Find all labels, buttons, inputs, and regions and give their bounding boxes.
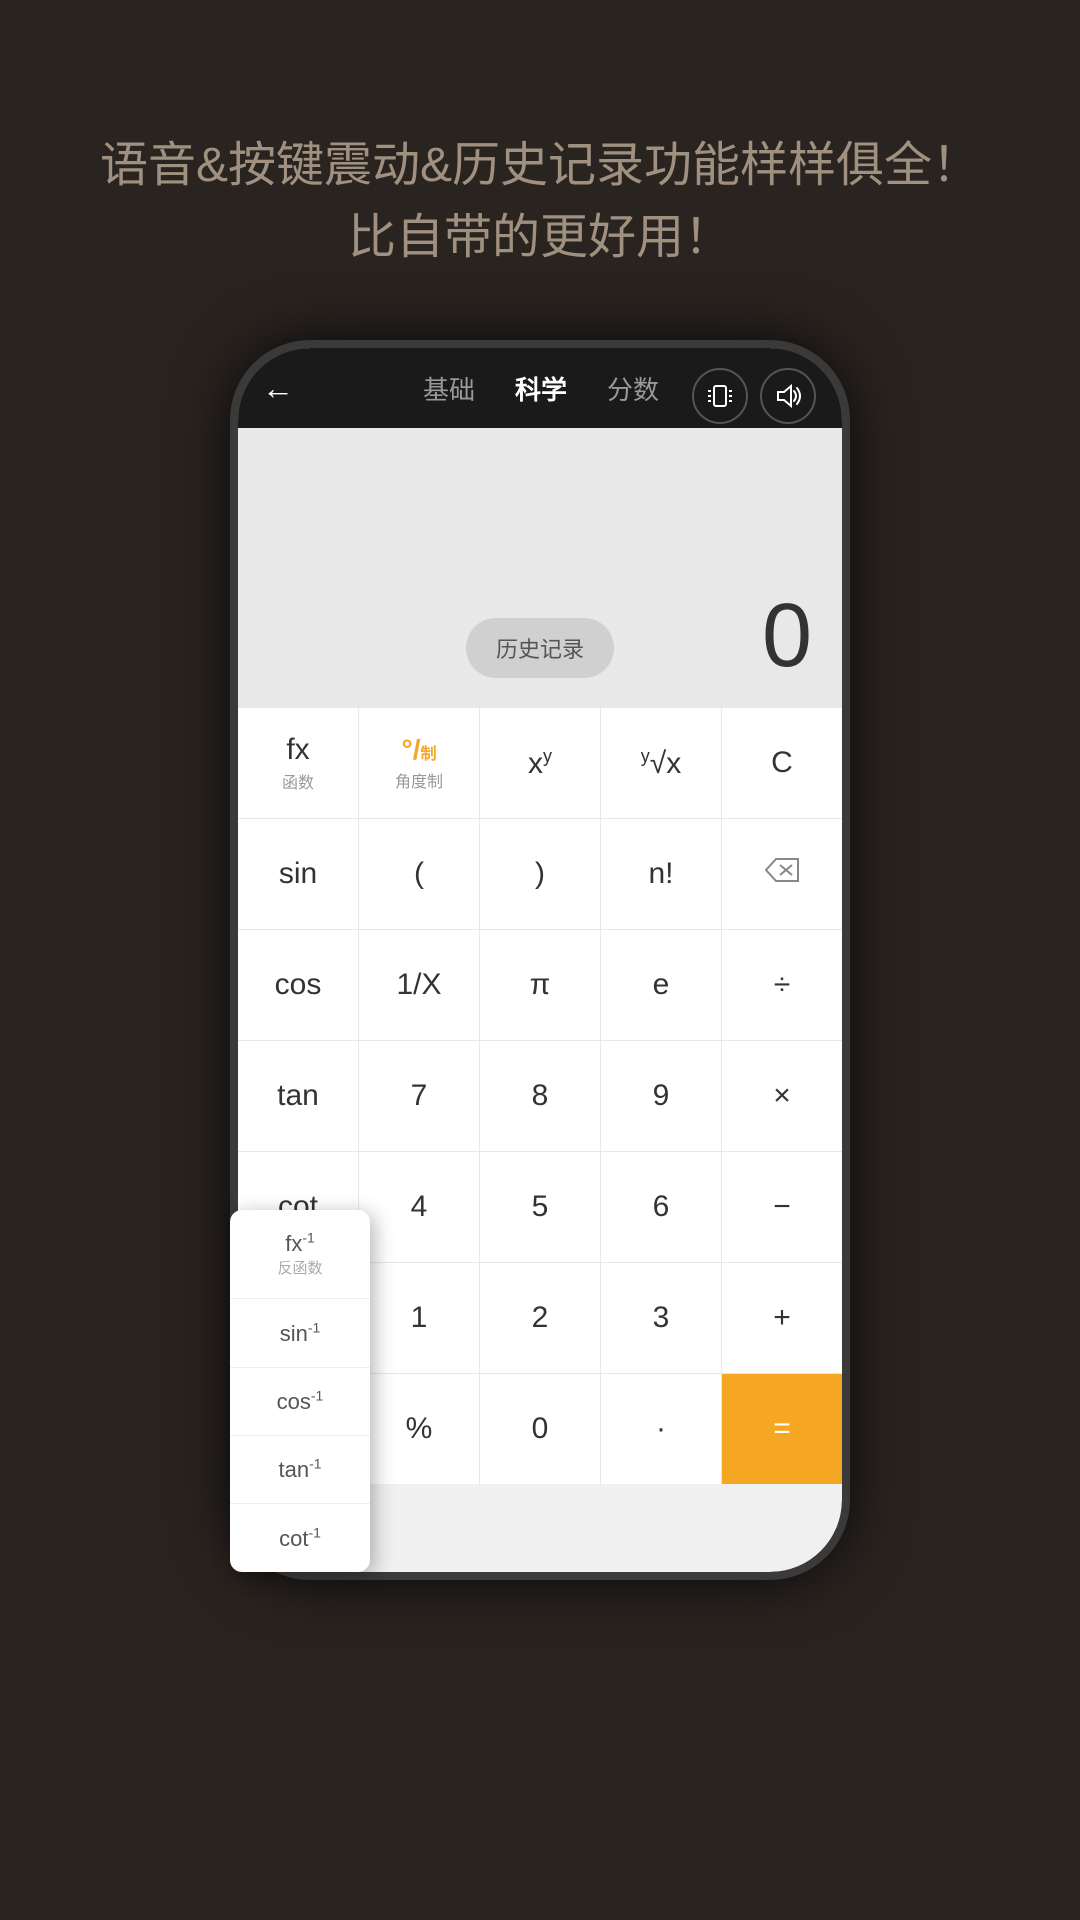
- btn-1[interactable]: 1: [359, 1263, 480, 1373]
- btn-backspace-icon: [764, 857, 800, 891]
- btn-5[interactable]: 5: [480, 1152, 601, 1262]
- btn-fx-sub: 函数: [282, 769, 314, 793]
- popup-item-fx-inv-label: fx-1: [285, 1231, 315, 1256]
- popup-item-cot-inverse[interactable]: cot-1: [230, 1504, 370, 1571]
- popup-item-cos-inverse[interactable]: cos-1: [230, 1368, 370, 1436]
- btn-sin-label: sin: [279, 857, 317, 891]
- calc-row-2: sin ( ) n!: [238, 819, 842, 930]
- btn-clear[interactable]: C: [722, 708, 842, 818]
- back-button[interactable]: ←: [262, 370, 294, 407]
- phone-mockup: ← 基础 科学 分数: [230, 340, 850, 1820]
- btn-percent[interactable]: %: [359, 1374, 480, 1484]
- inverse-functions-popup: fx-1 反函数 sin-1 cos-1 tan-1 cot-1: [230, 1210, 370, 1572]
- btn-factorial[interactable]: n!: [601, 819, 722, 929]
- btn-6-label: 6: [653, 1190, 670, 1224]
- popup-item-fx-inv-sub: 反函数: [246, 1257, 354, 1278]
- btn-4-label: 4: [411, 1190, 428, 1224]
- calc-row-4: tan 7 8 9 ×: [238, 1041, 842, 1152]
- popup-item-sin-inverse[interactable]: sin-1: [230, 1299, 370, 1367]
- btn-reciprocal-label: 1/X: [396, 968, 441, 1002]
- btn-clear-label: C: [771, 746, 793, 780]
- btn-divide-label: ÷: [774, 968, 790, 1002]
- btn-2-label: 2: [532, 1301, 549, 1335]
- btn-power-label: xy: [528, 746, 552, 781]
- promo-line1: 语音&按键震动&历史记录功能样样俱全！: [60, 130, 1020, 202]
- btn-pi-label: π: [530, 968, 551, 1002]
- display-area: 历史记录 0: [238, 428, 842, 708]
- vibrate-icon: [692, 368, 748, 424]
- btn-multiply[interactable]: ×: [722, 1041, 842, 1151]
- btn-backspace[interactable]: [722, 819, 842, 929]
- top-bar: ← 基础 科学 分数: [238, 348, 842, 428]
- btn-tan-label: tan: [277, 1079, 319, 1113]
- popup-item-cos-inv-label: cos-1: [277, 1389, 324, 1414]
- btn-plus-label: +: [773, 1301, 791, 1335]
- btn-rparen-label: ): [535, 857, 545, 891]
- btn-fx-label: fx: [286, 733, 309, 767]
- calc-row-1: fx 函数 °/制 角度制 xy y√x C: [238, 708, 842, 819]
- btn-dot[interactable]: ·: [601, 1374, 722, 1484]
- calc-row-3: cos 1/X π e ÷: [238, 930, 842, 1041]
- btn-divide[interactable]: ÷: [722, 930, 842, 1040]
- btn-7-label: 7: [411, 1079, 428, 1113]
- btn-root-label: y√x: [641, 746, 681, 781]
- btn-5-label: 5: [532, 1190, 549, 1224]
- btn-9[interactable]: 9: [601, 1041, 722, 1151]
- popup-item-fx-inverse[interactable]: fx-1 反函数: [230, 1210, 370, 1299]
- popup-item-tan-inv-label: tan-1: [278, 1457, 321, 1482]
- btn-dot-label: ·: [656, 1412, 666, 1446]
- btn-e[interactable]: e: [601, 930, 722, 1040]
- btn-power[interactable]: xy: [480, 708, 601, 818]
- btn-3-label: 3: [653, 1301, 670, 1335]
- btn-rparen[interactable]: ): [480, 819, 601, 929]
- btn-deg[interactable]: °/制 角度制: [359, 708, 480, 818]
- btn-fx[interactable]: fx 函数: [238, 708, 359, 818]
- btn-4[interactable]: 4: [359, 1152, 480, 1262]
- btn-e-label: e: [653, 968, 670, 1002]
- btn-0[interactable]: 0: [480, 1374, 601, 1484]
- btn-percent-label: %: [406, 1412, 433, 1446]
- btn-0-label: 0: [532, 1412, 549, 1446]
- btn-factorial-label: n!: [648, 857, 673, 891]
- btn-2[interactable]: 2: [480, 1263, 601, 1373]
- btn-8-label: 8: [532, 1079, 549, 1113]
- btn-8[interactable]: 8: [480, 1041, 601, 1151]
- btn-lparen[interactable]: (: [359, 819, 480, 929]
- btn-minus[interactable]: −: [722, 1152, 842, 1262]
- btn-cos[interactable]: cos: [238, 930, 359, 1040]
- btn-1-label: 1: [411, 1301, 428, 1335]
- btn-sin[interactable]: sin: [238, 819, 359, 929]
- btn-6[interactable]: 6: [601, 1152, 722, 1262]
- btn-9-label: 9: [653, 1079, 670, 1113]
- popup-item-sin-inv-label: sin-1: [280, 1321, 321, 1346]
- btn-equals-label: =: [773, 1412, 791, 1446]
- audio-icon: [760, 368, 816, 424]
- btn-plus[interactable]: +: [722, 1263, 842, 1373]
- btn-deg-label: °/制: [402, 734, 437, 766]
- promo-text: 语音&按键震动&历史记录功能样样俱全！ 比自带的更好用！: [0, 130, 1080, 274]
- history-button[interactable]: 历史记录: [466, 618, 614, 678]
- btn-multiply-label: ×: [773, 1079, 791, 1113]
- btn-root[interactable]: y√x: [601, 708, 722, 818]
- promo-line2: 比自带的更好用！: [60, 202, 1020, 274]
- btn-cos-label: cos: [275, 968, 322, 1002]
- btn-equals[interactable]: =: [722, 1374, 842, 1484]
- tab-basic[interactable]: 基础: [423, 370, 475, 407]
- btn-reciprocal[interactable]: 1/X: [359, 930, 480, 1040]
- popup-item-cot-inv-label: cot-1: [279, 1526, 321, 1551]
- btn-pi[interactable]: π: [480, 930, 601, 1040]
- btn-3[interactable]: 3: [601, 1263, 722, 1373]
- btn-tan[interactable]: tan: [238, 1041, 359, 1151]
- btn-lparen-label: (: [414, 857, 424, 891]
- btn-deg-sub: 角度制: [395, 768, 443, 792]
- btn-minus-label: −: [773, 1190, 791, 1224]
- btn-7[interactable]: 7: [359, 1041, 480, 1151]
- tab-science[interactable]: 科学: [515, 370, 567, 407]
- display-value: 0: [762, 585, 812, 688]
- popup-item-tan-inverse[interactable]: tan-1: [230, 1436, 370, 1504]
- tab-fraction[interactable]: 分数: [607, 370, 659, 407]
